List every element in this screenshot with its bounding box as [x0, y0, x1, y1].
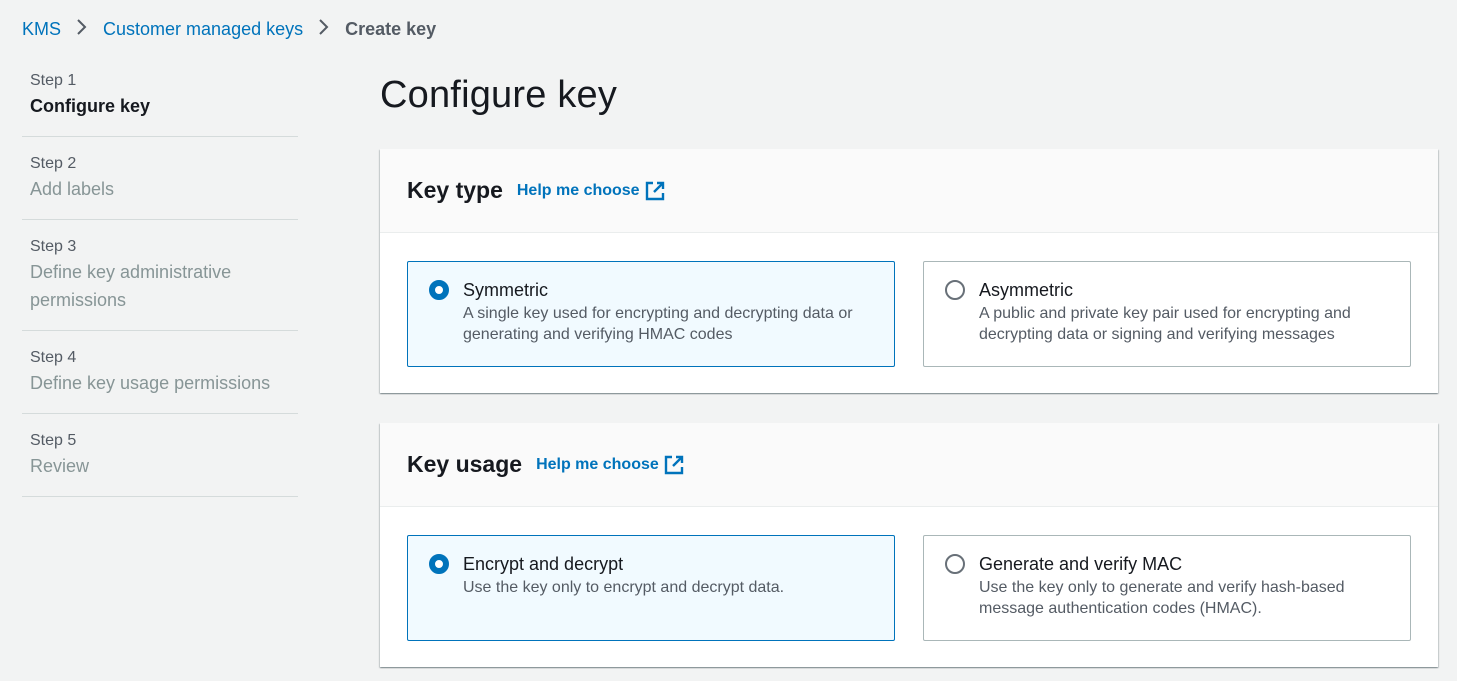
wizard-step-5: Step 5 Review [22, 414, 298, 497]
option-description: Use the key only to generate and verify … [979, 579, 1345, 617]
step-title: Review [30, 456, 90, 476]
help-link-label: Help me choose [536, 455, 659, 473]
wizard-steps: Step 1 Configure key Step 2 Add labels S… [22, 66, 298, 497]
step-number: Step 4 [30, 349, 77, 366]
panel-body: Encrypt and decrypt Use the key only to … [380, 507, 1438, 667]
radio-button[interactable] [429, 554, 449, 574]
option-description: Use the key only to encrypt and decrypt … [463, 579, 785, 596]
key-type-option-asymmetric[interactable]: Asymmetric A public and private key pair… [923, 261, 1411, 367]
breadcrumb-link-customer-managed-keys[interactable]: Customer managed keys [103, 19, 303, 40]
panel-header: Key usage Help me choose [380, 423, 1438, 507]
panel-title: Key type [407, 177, 503, 203]
option-title: Generate and verify MAC [979, 554, 1183, 574]
help-me-choose-link[interactable]: Help me choose [517, 181, 665, 201]
breadcrumb: KMS Customer managed keys Create key [22, 16, 436, 42]
key-usage-option-encrypt-decrypt[interactable]: Encrypt and decrypt Use the key only to … [407, 535, 895, 641]
radio-button[interactable] [945, 280, 965, 300]
step-number: Step 2 [30, 155, 77, 172]
external-link-icon [645, 181, 664, 200]
panel-title: Key usage [407, 451, 523, 477]
key-usage-panel: Key usage Help me choose Encrypt and dec… [380, 423, 1438, 667]
wizard-step-1: Step 1 Configure key [22, 66, 298, 137]
step-title: Add labels [30, 179, 115, 199]
step-title: Configure key [30, 96, 151, 116]
help-me-choose-link[interactable]: Help me choose [536, 455, 684, 475]
radio-button[interactable] [429, 280, 449, 300]
option-description: A single key used for encrypting and dec… [463, 305, 853, 343]
panel-body: Symmetric A single key used for encrypti… [380, 233, 1438, 393]
step-number: Step 3 [30, 238, 77, 255]
step-title: Define key usage permissions [30, 373, 271, 393]
step-number: Step 5 [30, 432, 77, 449]
key-type-panel: Key type Help me choose Symmetric A sing… [380, 149, 1438, 393]
step-number: Step 1 [30, 72, 77, 89]
option-title: Asymmetric [979, 280, 1073, 300]
option-description: A public and private key pair used for e… [979, 305, 1351, 343]
panel-header: Key type Help me choose [380, 149, 1438, 233]
page-title: Configure key [380, 74, 618, 116]
chevron-right-icon [61, 18, 103, 41]
breadcrumb-current: Create key [345, 18, 437, 39]
key-type-option-symmetric[interactable]: Symmetric A single key used for encrypti… [407, 261, 895, 367]
option-title: Symmetric [463, 280, 548, 300]
option-title: Encrypt and decrypt [463, 554, 624, 574]
key-usage-option-generate-verify-mac[interactable]: Generate and verify MAC Use the key only… [923, 535, 1411, 641]
external-link-icon [664, 455, 683, 474]
wizard-step-3: Step 3 Define key administrative permiss… [22, 220, 298, 331]
chevron-right-icon [303, 18, 345, 41]
help-link-label: Help me choose [516, 181, 640, 199]
wizard-step-4: Step 4 Define key usage permissions [22, 331, 298, 414]
radio-button[interactable] [945, 554, 965, 574]
wizard-step-2: Step 2 Add labels [22, 137, 298, 220]
step-title: Define key administrative permissions [30, 262, 232, 310]
breadcrumb-link-kms[interactable]: KMS [22, 19, 61, 40]
